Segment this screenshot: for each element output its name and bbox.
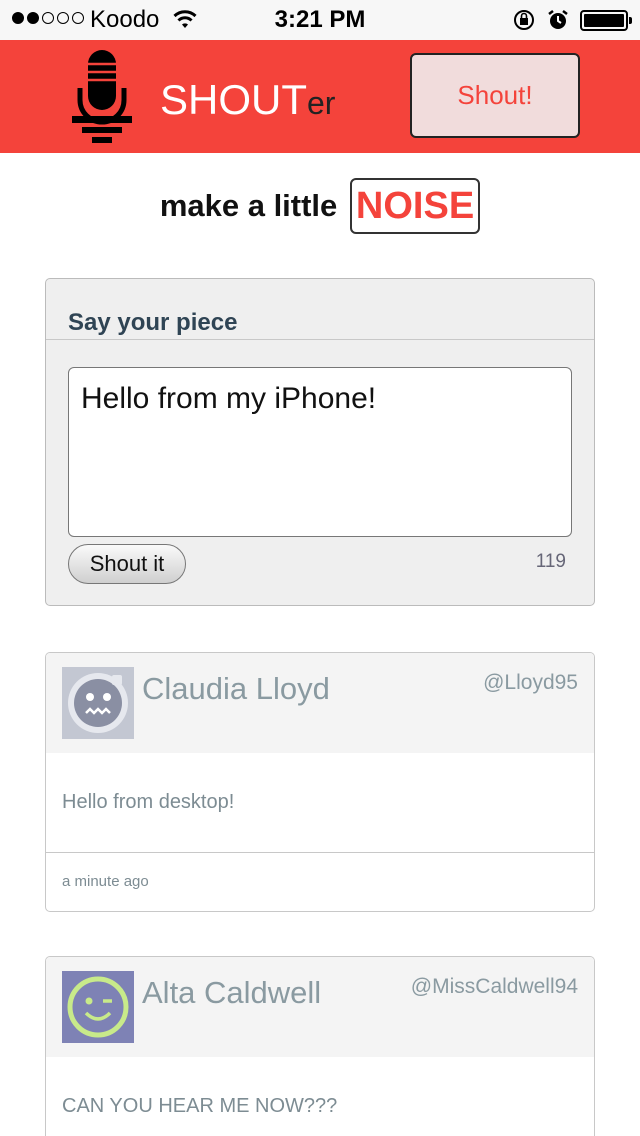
character-count: 119 <box>535 551 566 572</box>
compose-card: Say your piece Hello from my iPhone! Sho… <box>45 278 595 606</box>
tagline-lead: make a little <box>159 188 338 223</box>
post-text: Hello from desktop! <box>62 791 235 813</box>
post-text: CAN YOU HEAR ME NOW??? <box>62 1095 338 1117</box>
shout-input[interactable]: Hello from my iPhone! <box>68 367 572 537</box>
post-author-handle[interactable]: @Lloyd95 <box>483 671 578 695</box>
brand-main: SHOUT <box>160 76 307 123</box>
shout-button[interactable]: Shout! <box>410 53 580 138</box>
winking-face-icon <box>62 971 134 1043</box>
app-header: SHOUTer Shout! <box>0 40 640 153</box>
robot-face-icon <box>62 667 134 739</box>
tagline-highlight: NOISE <box>349 178 481 234</box>
post-header: Alta Caldwell @MissCaldwell94 <box>46 957 594 1057</box>
brand-logo: SHOUTer <box>160 76 335 124</box>
status-bar: Koodo 3:21 PM <box>0 0 640 40</box>
clock: 3:21 PM <box>274 6 366 33</box>
post-author-name[interactable]: Alta Caldwell <box>142 975 321 1011</box>
shout-it-button[interactable]: Shout it <box>68 544 186 584</box>
alarm-icon <box>548 10 568 29</box>
post-footer: a minute ago <box>46 853 594 911</box>
post-author-handle[interactable]: @MissCaldwell94 <box>411 975 578 999</box>
post-header: Claudia Lloyd @Lloyd95 <box>46 653 594 753</box>
brand-suffix: er <box>307 85 336 121</box>
post-timestamp: a minute ago <box>62 873 149 890</box>
post-author-name[interactable]: Claudia Lloyd <box>142 671 330 707</box>
divider <box>46 339 594 340</box>
battery-icon <box>580 10 632 31</box>
post-body: CAN YOU HEAR ME NOW??? <box>46 1057 594 1136</box>
microphone-icon <box>72 50 132 143</box>
post-card: Claudia Lloyd @Lloyd95 Hello from deskto… <box>45 652 595 912</box>
rotation-lock-icon <box>514 10 534 30</box>
post-body: Hello from desktop! <box>46 753 594 853</box>
tagline: make a little NOISE <box>0 178 640 234</box>
compose-title: Say your piece <box>68 309 238 336</box>
post-card: Alta Caldwell @MissCaldwell94 CAN YOU HE… <box>45 956 595 1136</box>
